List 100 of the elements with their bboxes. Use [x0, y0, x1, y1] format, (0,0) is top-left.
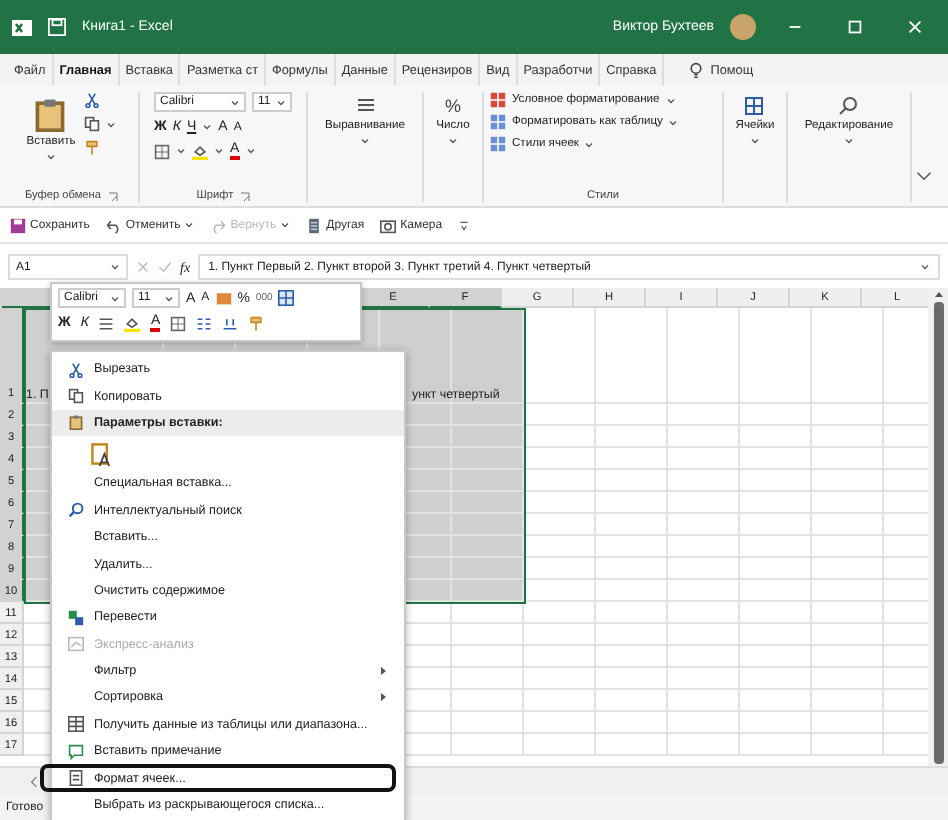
table-icon[interactable]: [278, 290, 295, 306]
grid-cell: [524, 536, 596, 558]
caret-icon: [843, 136, 854, 146]
grid-cell: [812, 646, 884, 668]
align-icon: [355, 96, 375, 116]
grid-cell: [596, 734, 668, 756]
table-style-icon: [490, 136, 506, 152]
grid-cell: [668, 492, 740, 514]
grid-cell: [524, 448, 596, 470]
grid-cell: [524, 646, 596, 668]
caret-icon: [110, 262, 120, 272]
grid-cell: [452, 712, 524, 734]
grid-cell: [524, 602, 596, 624]
grid-cell: [812, 448, 884, 470]
caret-icon: [45, 152, 56, 162]
caret-icon: [105, 119, 116, 129]
decimal-icon[interactable]: [222, 315, 239, 331]
lightbulb-icon: [688, 62, 705, 78]
user-avatar[interactable]: [730, 14, 756, 40]
collapse-ribbon-icon[interactable]: [916, 168, 932, 184]
launcher-icon: [107, 191, 117, 201]
grid-cell: [668, 404, 740, 426]
redo-icon: [210, 217, 227, 233]
grid-cell: [452, 514, 524, 536]
check-icon: [158, 260, 172, 274]
grid-cell: [596, 646, 668, 668]
launcher-icon: [239, 191, 250, 201]
customize-toolbar-icon[interactable]: [458, 219, 471, 231]
caret-icon: [110, 293, 120, 303]
borders-icon[interactable]: [170, 315, 187, 331]
grid-cell: [668, 514, 740, 536]
grid-cell: [740, 426, 812, 448]
grid-cell: [668, 690, 740, 712]
grid-cell: [668, 624, 740, 646]
grid-cell: [524, 308, 596, 404]
grid-cell: [596, 514, 668, 536]
grid-cell: [524, 558, 596, 580]
grid-cell: [452, 448, 524, 470]
grid-cell: [740, 690, 812, 712]
grid-cell: [740, 712, 812, 734]
caret-icon: [749, 136, 760, 146]
paste-option-icon[interactable]: [90, 439, 114, 468]
grid-cell: [668, 734, 740, 756]
document-icon: [306, 217, 323, 233]
grid-cell: [740, 470, 812, 492]
scissors-icon: [67, 361, 83, 378]
grid-cell: [740, 514, 812, 536]
excel-logo-icon: [12, 17, 32, 37]
grid-cell: [596, 602, 668, 624]
caret-icon: [665, 95, 676, 105]
grid-cell: [596, 404, 668, 426]
grid-cell: [452, 624, 524, 646]
grid-cell: [668, 646, 740, 668]
grid-cell: [596, 690, 668, 712]
grid-cell: [668, 580, 740, 602]
grid-cell: [524, 624, 596, 646]
fill-color-icon[interactable]: [124, 315, 141, 331]
grid-cell: [596, 308, 668, 404]
grid-cell: [668, 470, 740, 492]
grid-cell: [524, 712, 596, 734]
grid-cell: [596, 448, 668, 470]
fill-color-icon[interactable]: [192, 143, 208, 159]
grid-cell: [668, 602, 740, 624]
grid-cell: [812, 404, 884, 426]
grid-cell: [524, 668, 596, 690]
scroll-left-icon[interactable]: [28, 775, 40, 787]
format-painter-icon[interactable]: [248, 315, 265, 331]
grid-cell: [452, 404, 524, 426]
grid-cell: [596, 492, 668, 514]
grid-cell: [812, 536, 884, 558]
borders-icon[interactable]: [154, 143, 170, 159]
scrollbar-thumb[interactable]: [933, 302, 943, 764]
search-icon: [838, 96, 859, 116]
grid-cell: [668, 668, 740, 690]
grid-cell: [596, 470, 668, 492]
grid-cell: [452, 734, 524, 756]
caret-icon: [447, 136, 458, 146]
grid-cell: [812, 426, 884, 448]
maximize-icon[interactable]: [845, 18, 863, 36]
grid-cell: [524, 734, 596, 756]
format-painter-icon: [83, 140, 100, 156]
grid-cell: [452, 602, 524, 624]
grid-cell: [452, 492, 524, 514]
grid-cell: [452, 470, 524, 492]
grid-cell: [452, 690, 524, 712]
table-style-icon: [490, 92, 506, 108]
caret-icon: [164, 293, 174, 303]
grid-cell: [452, 668, 524, 690]
clipboard-icon: [32, 96, 69, 132]
table-style-icon: [490, 114, 506, 130]
align-icon[interactable]: [98, 315, 115, 331]
grid-cell: [668, 426, 740, 448]
grid-cell: [524, 492, 596, 514]
number-format-icon[interactable]: [215, 290, 232, 306]
grid-cell: [596, 536, 668, 558]
copy-icon: [83, 116, 100, 132]
merge-icon[interactable]: [196, 315, 213, 331]
scissors-icon: [83, 92, 100, 108]
close-icon[interactable]: [905, 18, 923, 36]
grid-cell: [596, 624, 668, 646]
